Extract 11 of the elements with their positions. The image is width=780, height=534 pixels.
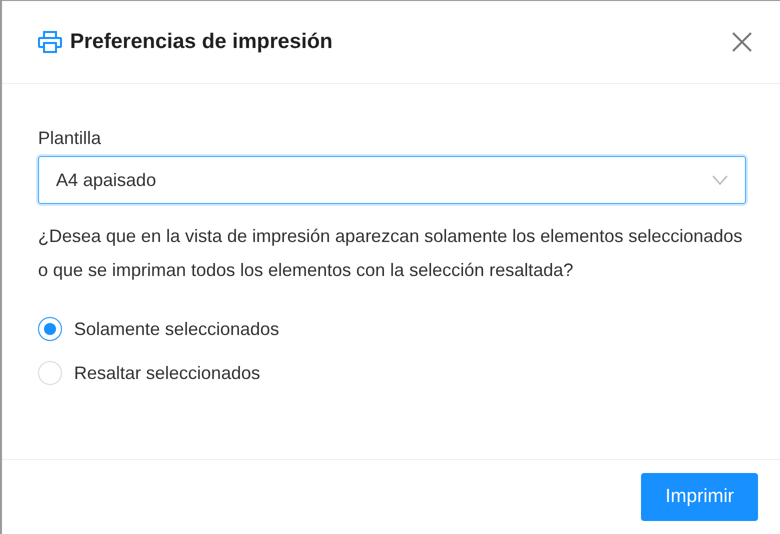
- radio-option[interactable]: Solamente seleccionados: [38, 315, 744, 343]
- chevron-down-icon: [712, 175, 728, 185]
- radio-button[interactable]: [38, 317, 62, 341]
- close-button[interactable]: [730, 30, 754, 54]
- printer-icon: [38, 31, 62, 53]
- radio-option[interactable]: Resaltar seleccionados: [38, 359, 744, 387]
- close-icon: [732, 32, 752, 52]
- dialog-title: Preferencias de impresión: [70, 29, 333, 56]
- field-label: Plantilla: [38, 127, 102, 150]
- question-text: ¿Desea que en la vista de impresión aparezcan solamente los elementos seleccionados o que se impriman todos los elementos con la selección resaltada?: [38, 225, 744, 282]
- template-select[interactable]: A4 apaisado: [38, 156, 746, 204]
